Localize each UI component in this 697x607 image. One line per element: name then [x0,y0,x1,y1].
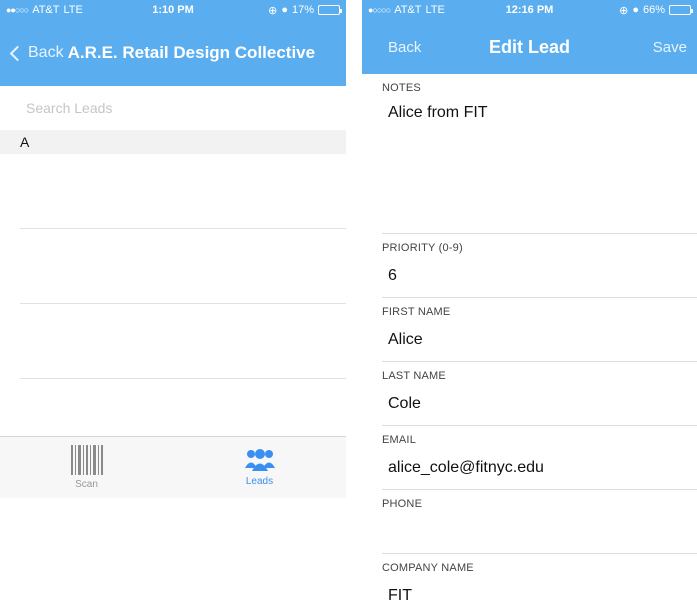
status-bar: ●○○○○ AT&T LTE 12:16 PM ⊕ ● 66% [362,0,697,20]
notes-label: NOTES [382,82,421,94]
edit-lead-screen: ●○○○○ AT&T LTE 12:16 PM ⊕ ● 66% Back Edi… [362,0,697,607]
location-icon: ● [281,4,288,16]
list-item[interactable] [20,154,346,229]
battery-icon [318,5,342,15]
tab-label: Leads [245,476,274,487]
search-bar [0,86,346,130]
edit-lead-form: NOTES Alice from FIT PRIORITY (0-9) 6 FI… [362,74,697,607]
section-header: A [0,130,346,154]
back-label: Back [388,38,422,56]
battery-percent: 17% [291,4,314,16]
lock-icon: ⊕ [619,4,629,17]
search-input[interactable] [26,100,326,116]
list-item[interactable] [20,229,346,304]
signal-icon: ●○○○○ [368,5,391,15]
company-name-field[interactable]: FIT [382,574,697,607]
email-field[interactable]: alice_cole@fitnyc.edu [382,446,697,490]
network-type: LTE [425,4,445,16]
last-name-label: LAST NAME [382,370,446,382]
tab-leads[interactable]: Leads [173,437,346,498]
battery-percent: 66% [642,4,665,16]
lock-icon: ⊕ [268,4,278,17]
page-title: A.R.E. Retail Design Collective [67,43,316,62]
last-name-field[interactable]: Cole [382,382,697,426]
navigation-bar: Back A.R.E. Retail Design Collective [0,20,346,86]
tab-bar: Scan Leads [0,436,346,498]
notes-field[interactable]: Alice from FIT [382,94,697,234]
company-name-label: COMPANY NAME [382,562,474,574]
chevron-left-icon [9,45,26,61]
location-icon: ● [632,4,639,16]
status-bar: ●●○○○ AT&T LTE 1:10 PM ⊕ ● 17% [0,0,346,20]
save-button[interactable]: Save [653,39,687,56]
first-name-field[interactable]: Alice [382,318,697,362]
carrier-name: AT&T [394,4,422,16]
priority-field[interactable]: 6 [382,254,697,298]
barcode-icon [70,445,103,475]
priority-label: PRIORITY (0-9) [382,242,463,254]
leads-list-screen: ●●○○○ AT&T LTE 1:10 PM ⊕ ● 17% Back A.R.… [0,0,346,498]
top-bar: ●○○○○ AT&T LTE 12:16 PM ⊕ ● 66% Back Edi… [362,0,697,74]
navigation-bar: Back Edit Lead Save [362,20,697,74]
back-label: Back [28,44,64,61]
phone-label: PHONE [382,498,423,510]
battery-icon [669,5,693,15]
signal-icon: ●●○○○ [6,5,29,15]
back-button[interactable]: Back [8,44,64,62]
people-icon [244,449,275,471]
network-type: LTE [63,4,83,16]
carrier-name: AT&T [32,4,60,16]
back-button[interactable]: Back [372,39,421,56]
email-label: EMAIL [382,434,417,446]
tab-scan[interactable]: Scan [0,437,173,498]
first-name-label: FIRST NAME [382,306,451,318]
phone-field[interactable] [382,510,697,554]
top-bar: ●●○○○ AT&T LTE 1:10 PM ⊕ ● 17% Back A.R.… [0,0,346,86]
list-item[interactable] [20,304,346,379]
tab-label: Scan [75,479,98,490]
